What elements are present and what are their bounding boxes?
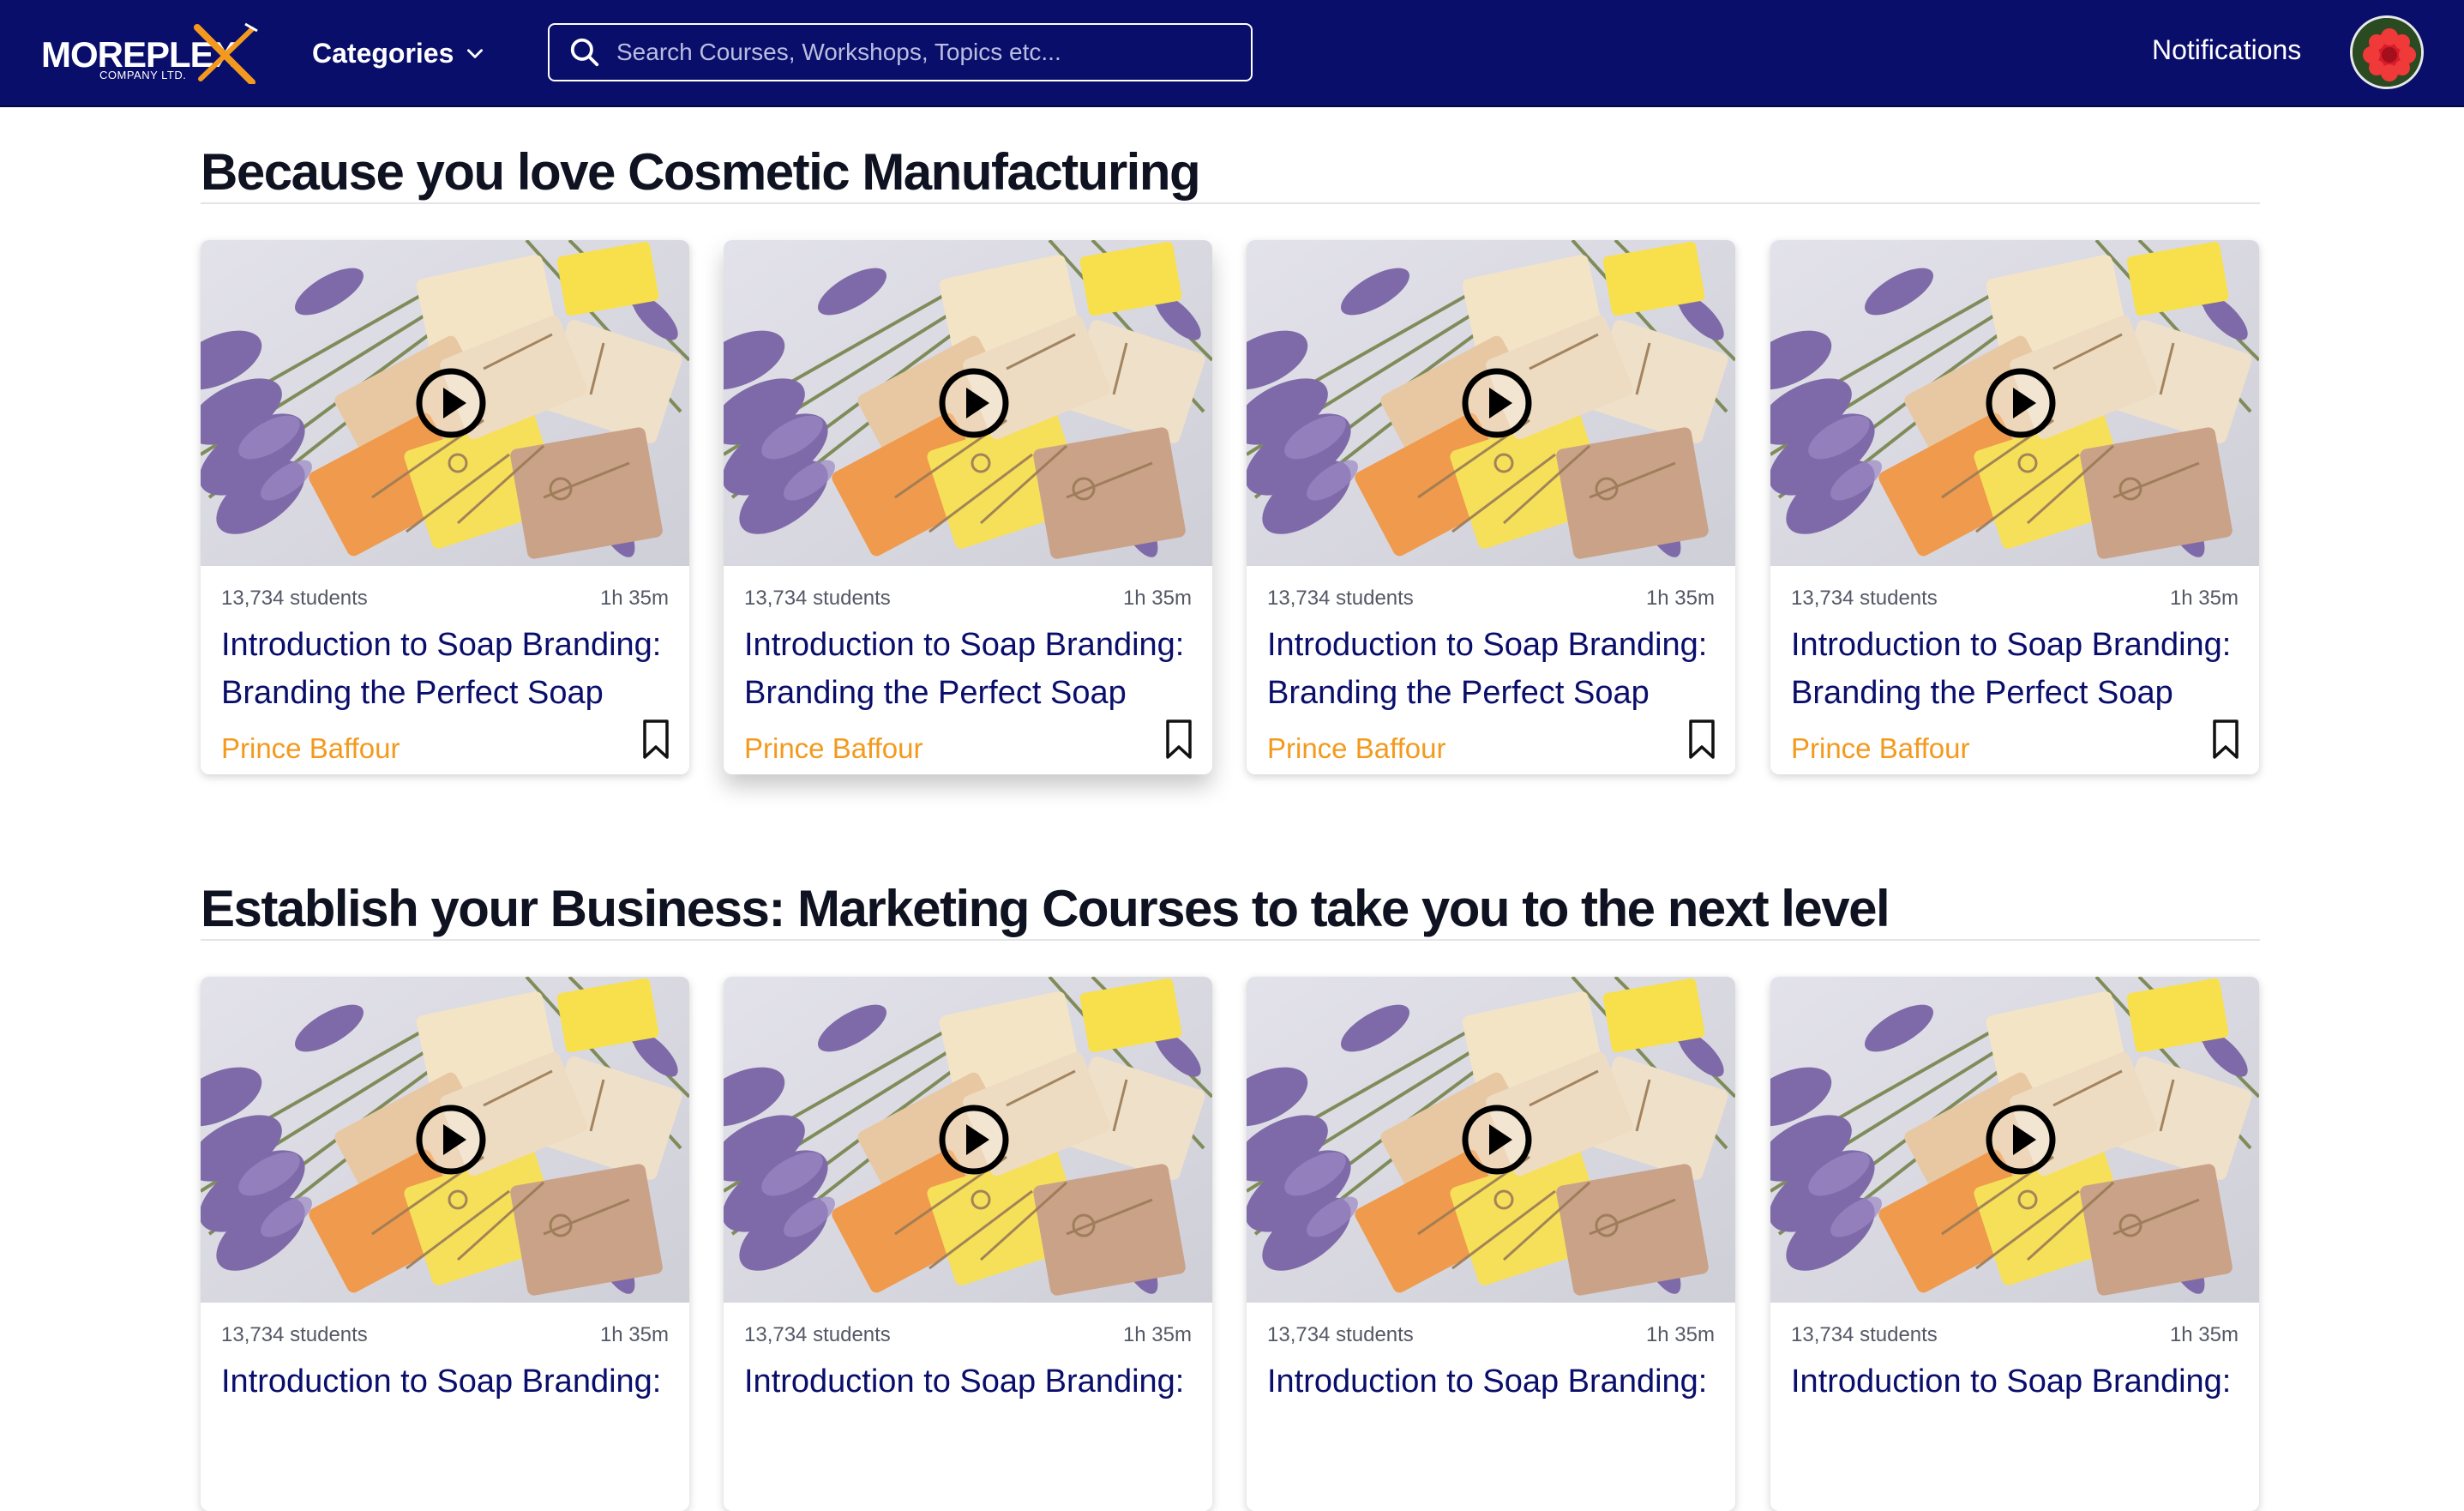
section-title: Because you love Cosmetic Manufacturing — [201, 143, 1201, 201]
logo-subtext: COMPANY LTD. — [99, 69, 187, 81]
course-card[interactable]: 13,734 students 1h 35m Introduction to S… — [724, 977, 1212, 1511]
course-author[interactable]: Prince Baffour — [1791, 732, 1970, 765]
course-duration: 1h 35m — [2169, 587, 2239, 610]
student-count: 13,734 students — [1267, 587, 1414, 610]
top-navbar: MOREPLEX COMPANY LTD. Categories Notific… — [0, 0, 2464, 107]
section-title: Establish your Business: Marketing Cours… — [201, 880, 1890, 937]
course-meta: 13,734 students 1h 35m — [744, 1323, 1192, 1347]
course-card[interactable]: 13,734 students 1h 35m Introduction to S… — [201, 240, 689, 774]
section-divider — [201, 202, 2260, 204]
course-card[interactable]: 13,734 students 1h 35m Introduction to S… — [201, 977, 689, 1511]
course-title[interactable]: Introduction to Soap Branding: — [221, 1357, 676, 1406]
play-icon[interactable] — [1461, 367, 1533, 439]
student-count: 13,734 students — [1267, 1323, 1414, 1346]
course-title[interactable]: Introduction to Soap Branding: Branding … — [744, 621, 1199, 717]
search-icon — [570, 38, 599, 67]
course-meta: 13,734 students 1h 35m — [1791, 1323, 2239, 1347]
course-title-line: Branding the Perfect Soap — [1791, 675, 2173, 711]
course-meta: 13,734 students 1h 35m — [1267, 1323, 1715, 1347]
course-duration: 1h 35m — [599, 587, 669, 610]
logo-x-mark-icon — [194, 22, 258, 84]
course-title-line: Branding the Perfect Soap — [1267, 675, 1650, 711]
student-count: 13,734 students — [1791, 587, 1938, 610]
course-title-line: Introduction to Soap Branding: — [1791, 627, 2232, 663]
course-meta: 13,734 students 1h 35m — [744, 587, 1192, 611]
play-icon[interactable] — [415, 1104, 487, 1176]
course-title-line: Branding the Perfect Soap — [744, 675, 1127, 711]
categories-dropdown[interactable]: Categories — [312, 33, 486, 74]
course-title-line: Branding the Perfect Soap — [221, 675, 604, 711]
avatar-flower-image — [2353, 18, 2421, 87]
course-title-line: Introduction to Soap Branding: — [744, 1364, 1185, 1400]
course-author[interactable]: Prince Baffour — [744, 732, 923, 765]
course-meta: 13,734 students 1h 35m — [221, 1323, 669, 1347]
course-duration: 1h 35m — [2169, 1323, 2239, 1346]
play-icon[interactable] — [938, 1104, 1010, 1176]
student-count: 13,734 students — [1791, 1323, 1938, 1346]
chevron-down-icon — [467, 49, 484, 58]
course-duration: 1h 35m — [599, 1323, 669, 1346]
play-icon[interactable] — [938, 367, 1010, 439]
course-title-line: Introduction to Soap Branding: — [221, 1364, 662, 1400]
course-card[interactable]: 13,734 students 1h 35m Introduction to S… — [1247, 977, 1735, 1511]
course-card[interactable]: 13,734 students 1h 35m Introduction to S… — [724, 240, 1212, 774]
course-card[interactable]: 13,734 students 1h 35m Introduction to S… — [1247, 240, 1735, 774]
student-count: 13,734 students — [221, 587, 368, 610]
course-duration: 1h 35m — [1645, 587, 1715, 610]
categories-label: Categories — [312, 37, 454, 69]
bookmark-icon[interactable] — [1164, 719, 1193, 760]
student-count: 13,734 students — [221, 1323, 368, 1346]
notifications-link[interactable]: Notifications — [2152, 34, 2301, 66]
course-duration: 1h 35m — [1645, 1323, 1715, 1346]
user-avatar[interactable] — [2350, 15, 2424, 89]
bookmark-icon[interactable] — [1687, 719, 1716, 760]
course-title-line: Introduction to Soap Branding: — [1267, 1364, 1708, 1400]
section-divider — [201, 939, 2260, 941]
course-meta: 13,734 students 1h 35m — [221, 587, 669, 611]
course-card[interactable]: 13,734 students 1h 35m Introduction to S… — [1770, 240, 2259, 774]
student-count: 13,734 students — [744, 1323, 891, 1346]
course-title-line: Introduction to Soap Branding: — [744, 627, 1185, 663]
course-title[interactable]: Introduction to Soap Branding: — [1267, 1357, 1722, 1406]
course-title-line: Introduction to Soap Branding: — [1267, 627, 1708, 663]
course-title[interactable]: Introduction to Soap Branding: — [1791, 1357, 2245, 1406]
course-meta: 13,734 students 1h 35m — [1791, 587, 2239, 611]
course-card[interactable]: 13,734 students 1h 35m Introduction to S… — [1770, 977, 2259, 1511]
search-bar[interactable] — [548, 23, 1253, 81]
play-icon[interactable] — [1461, 1104, 1533, 1176]
moreplex-logo[interactable]: MOREPLEX COMPANY LTD. — [41, 22, 258, 84]
course-title-line: Introduction to Soap Branding: — [221, 627, 662, 663]
bookmark-icon[interactable] — [2211, 719, 2240, 760]
course-title[interactable]: Introduction to Soap Branding: Branding … — [1791, 621, 2245, 717]
course-title[interactable]: Introduction to Soap Branding: Branding … — [221, 621, 676, 717]
course-title-line: Introduction to Soap Branding: — [1791, 1364, 2232, 1400]
course-meta: 13,734 students 1h 35m — [1267, 587, 1715, 611]
play-icon[interactable] — [1985, 367, 2057, 439]
course-duration: 1h 35m — [1122, 1323, 1192, 1346]
course-title[interactable]: Introduction to Soap Branding: Branding … — [1267, 621, 1722, 717]
course-title[interactable]: Introduction to Soap Branding: — [744, 1357, 1199, 1406]
search-input[interactable] — [616, 39, 1234, 66]
course-author[interactable]: Prince Baffour — [1267, 732, 1446, 765]
student-count: 13,734 students — [744, 587, 891, 610]
bookmark-icon[interactable] — [641, 719, 670, 760]
course-duration: 1h 35m — [1122, 587, 1192, 610]
course-author[interactable]: Prince Baffour — [221, 732, 400, 765]
play-icon[interactable] — [1985, 1104, 2057, 1176]
play-icon[interactable] — [415, 367, 487, 439]
